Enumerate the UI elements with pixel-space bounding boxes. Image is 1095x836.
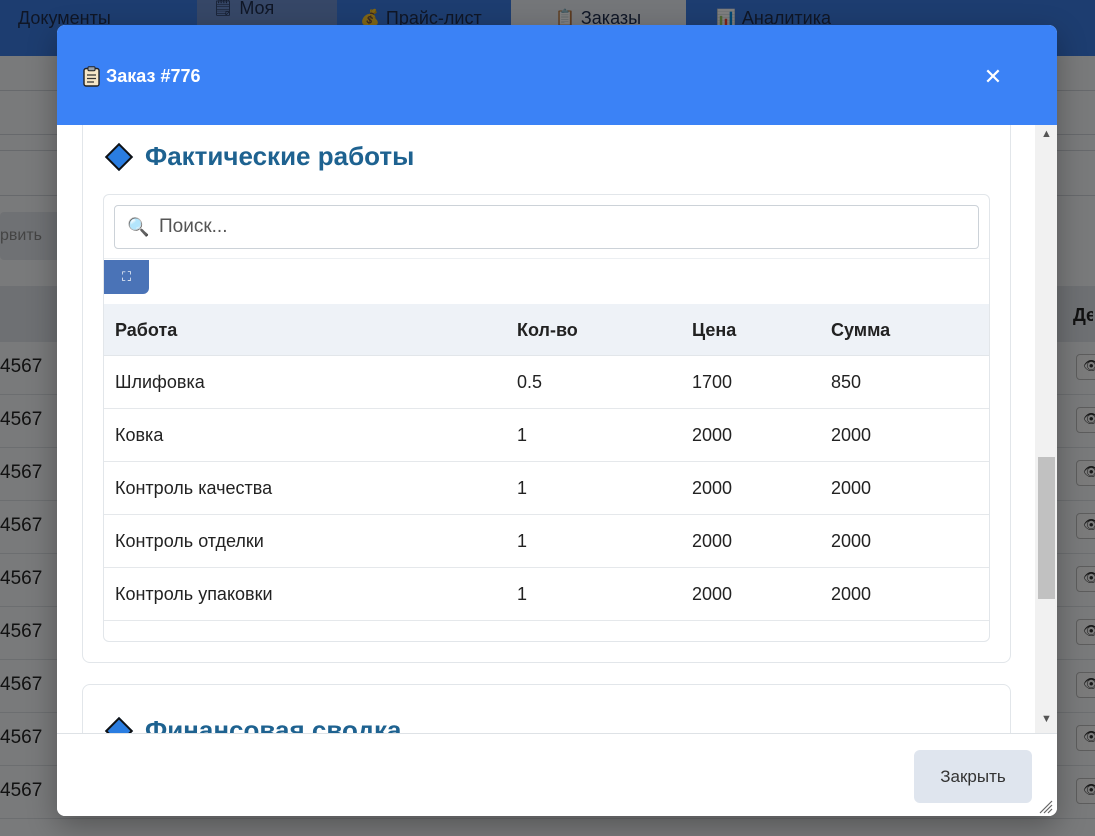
works-card: Фактические работы 🔍 ⛶ Работа Кол-во Цен… (82, 125, 1011, 663)
cell-sum: 2000 (831, 531, 872, 551)
cell-sum: 2000 (831, 584, 872, 604)
finance-section-title: Финансовая сводка (104, 715, 402, 733)
cell-qty: 1 (517, 425, 528, 445)
modal-footer: Закрыть (57, 733, 1057, 816)
column-header-price[interactable]: Цена (692, 320, 736, 341)
column-header-sum[interactable]: Сумма (831, 320, 890, 341)
finance-card: Финансовая сводка (82, 684, 1011, 733)
resize-grip-icon[interactable] (1037, 798, 1053, 814)
diamond-icon (104, 142, 134, 171)
cell-price: 1700 (692, 372, 733, 392)
cell-qty: 1 (517, 478, 528, 498)
order-modal: Заказ #776 ✕ Фактические работы 🔍 ⛶ Рабо… (57, 25, 1057, 816)
table-row: Контроль упаковки 1 2000 2000 (104, 568, 989, 621)
diamond-icon (104, 716, 134, 733)
fullscreen-icon[interactable]: ⛶ (104, 260, 149, 294)
table-header: Работа Кол-во Цена Сумма (104, 304, 989, 356)
search-field[interactable]: 🔍 (114, 205, 979, 249)
works-table: 🔍 ⛶ Работа Кол-во Цена Сумма Шлифовка 0.… (103, 194, 990, 642)
cell-price: 2000 (692, 478, 733, 498)
modal-header: Заказ #776 ✕ (57, 25, 1057, 125)
cell-work: Ковка (115, 425, 164, 445)
cell-work: Контроль упаковки (115, 584, 273, 604)
cell-work: Шлифовка (115, 372, 205, 392)
column-header-qty[interactable]: Кол-во (517, 320, 578, 341)
cell-work: Контроль отделки (115, 531, 264, 551)
modal-title: Заказ #776 (83, 66, 201, 87)
cell-qty: 1 (517, 531, 528, 551)
column-header-work[interactable]: Работа (115, 320, 177, 341)
close-icon[interactable]: ✕ (979, 63, 1007, 91)
close-button[interactable]: Закрыть (914, 750, 1032, 803)
search-icon: 🔍 (127, 217, 150, 237)
modal-scrollbar[interactable]: ▲ ▼ (1035, 125, 1057, 733)
cell-price: 2000 (692, 531, 733, 551)
table-row: Ковка 1 2000 2000 (104, 409, 989, 462)
scrollbar-thumb[interactable] (1038, 457, 1055, 599)
table-row: Контроль качества 1 2000 2000 (104, 462, 989, 515)
cell-qty: 0.5 (517, 372, 543, 392)
search-input[interactable] (159, 206, 959, 248)
table-row: Шлифовка 0.5 1700 850 (104, 356, 989, 409)
modal-title-text: Заказ #776 (106, 66, 201, 86)
table-row: Контроль отделки 1 2000 2000 (104, 515, 989, 568)
modal-body[interactable]: Фактические работы 🔍 ⛶ Работа Кол-во Цен… (57, 125, 1057, 733)
scroll-up-icon[interactable]: ▲ (1041, 128, 1052, 140)
table-toolbar: 🔍 (104, 195, 989, 259)
scroll-down-icon[interactable]: ▼ (1041, 713, 1052, 725)
cell-sum: 2000 (831, 478, 872, 498)
cell-qty: 1 (517, 584, 528, 604)
finance-title-text: Финансовая сводка (145, 715, 402, 733)
cell-sum: 2000 (831, 425, 872, 445)
cell-sum: 850 (831, 372, 862, 392)
cell-work: Контроль качества (115, 478, 273, 498)
clipboard-icon (83, 66, 100, 87)
cell-price: 2000 (692, 584, 733, 604)
works-section-title: Фактические работы (104, 141, 415, 172)
cell-price: 2000 (692, 425, 733, 445)
works-title-text: Фактические работы (145, 141, 415, 171)
